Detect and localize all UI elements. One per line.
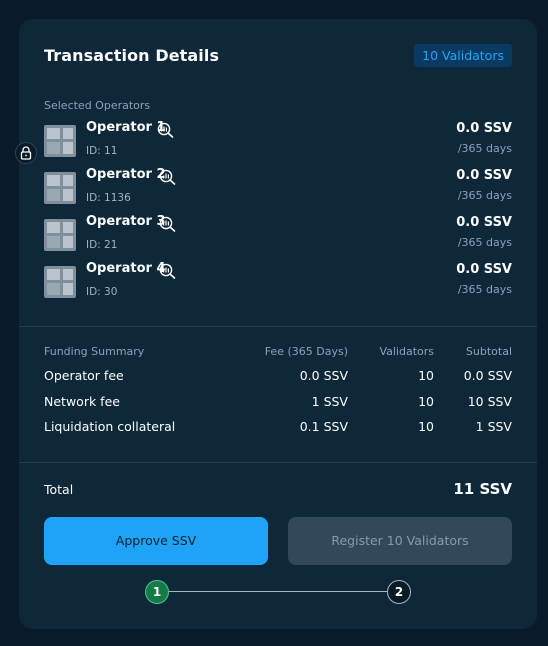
funding-row-label: Operator fee: [44, 368, 124, 383]
funding-summary-header: Funding Summary: [44, 345, 145, 358]
analytics-search-icon[interactable]: [159, 263, 176, 279]
funding-row-label: Network fee: [44, 394, 120, 409]
operator-fee-period: /365 days: [457, 189, 512, 202]
analytics-search-icon[interactable]: [159, 216, 176, 232]
funding-row-label: Liquidation collateral: [44, 419, 176, 434]
operator-fee: 0.0 SSV: [456, 262, 512, 277]
funding-row-fee: 0.0 SSV: [299, 368, 348, 383]
operator-name: Operator 4: [86, 261, 166, 276]
approve-ssv-button[interactable]: Approve SSV: [44, 517, 268, 565]
operator-id: ID: 11: [86, 145, 118, 157]
operator-name: Operator 3: [86, 214, 166, 229]
operator-fee: 0.0 SSV: [456, 215, 512, 230]
subtotal-column-header: Subtotal: [465, 345, 512, 358]
operator-id: ID: 1136: [86, 192, 131, 204]
operator-row: Operator 2 ID: 1136 0.0 SSV /365 days: [44, 166, 512, 210]
operator-logo: [44, 266, 76, 298]
operator-logo: [44, 125, 76, 157]
card-title: Transaction Details: [44, 46, 220, 65]
operator-logo: [44, 219, 76, 251]
validators-column-header: Validators: [379, 345, 434, 358]
operator-fee-period: /365 days: [457, 283, 512, 296]
lock-icon: [15, 142, 37, 164]
transaction-details-card: Transaction Details 10 Validators Select…: [19, 19, 537, 629]
funding-row-fee: 0.1 SSV: [299, 419, 348, 434]
funding-row-subtotal: 1 SSV: [475, 419, 512, 434]
operator-id: ID: 30: [86, 286, 118, 298]
operator-name: Operator 1: [86, 120, 166, 135]
section-divider: [19, 462, 537, 463]
analytics-search-icon[interactable]: [159, 169, 176, 185]
funding-row-subtotal: 10 SSV: [467, 394, 512, 409]
funding-row-subtotal: 0.0 SSV: [463, 368, 512, 383]
operator-row: Operator 4 ID: 30 0.0 SSV /365 days: [44, 260, 512, 304]
operator-fee-period: /365 days: [457, 236, 512, 249]
stepper-line: [167, 591, 397, 592]
section-divider: [19, 326, 537, 327]
validators-count-badge: 10 Validators: [414, 44, 512, 67]
analytics-search-icon[interactable]: [157, 122, 174, 138]
operator-id: ID: 21: [86, 239, 118, 251]
register-validators-button[interactable]: Register 10 Validators: [288, 517, 512, 565]
funding-row-validators: 10: [418, 419, 434, 434]
operator-fee: 0.0 SSV: [456, 121, 512, 136]
total-value: 11 SSV: [453, 480, 512, 498]
fee-column-header: Fee (365 Days): [264, 345, 348, 358]
operator-fee: 0.0 SSV: [456, 168, 512, 183]
total-label: Total: [44, 482, 74, 497]
operator-row: Operator 1 ID: 11 0.0 SSV /365 days: [44, 119, 512, 163]
operator-row: Operator 3 ID: 21 0.0 SSV /365 days: [44, 213, 512, 257]
funding-row-validators: 10: [418, 394, 434, 409]
funding-row-fee: 1 SSV: [311, 394, 348, 409]
selected-operators-label: Selected Operators: [44, 99, 151, 112]
operator-logo: [44, 172, 76, 204]
operator-name: Operator 2: [86, 167, 166, 182]
operator-fee-period: /365 days: [457, 142, 512, 155]
step-2-indicator: 2: [387, 580, 411, 604]
step-1-indicator: 1: [145, 580, 169, 604]
funding-row-validators: 10: [418, 368, 434, 383]
